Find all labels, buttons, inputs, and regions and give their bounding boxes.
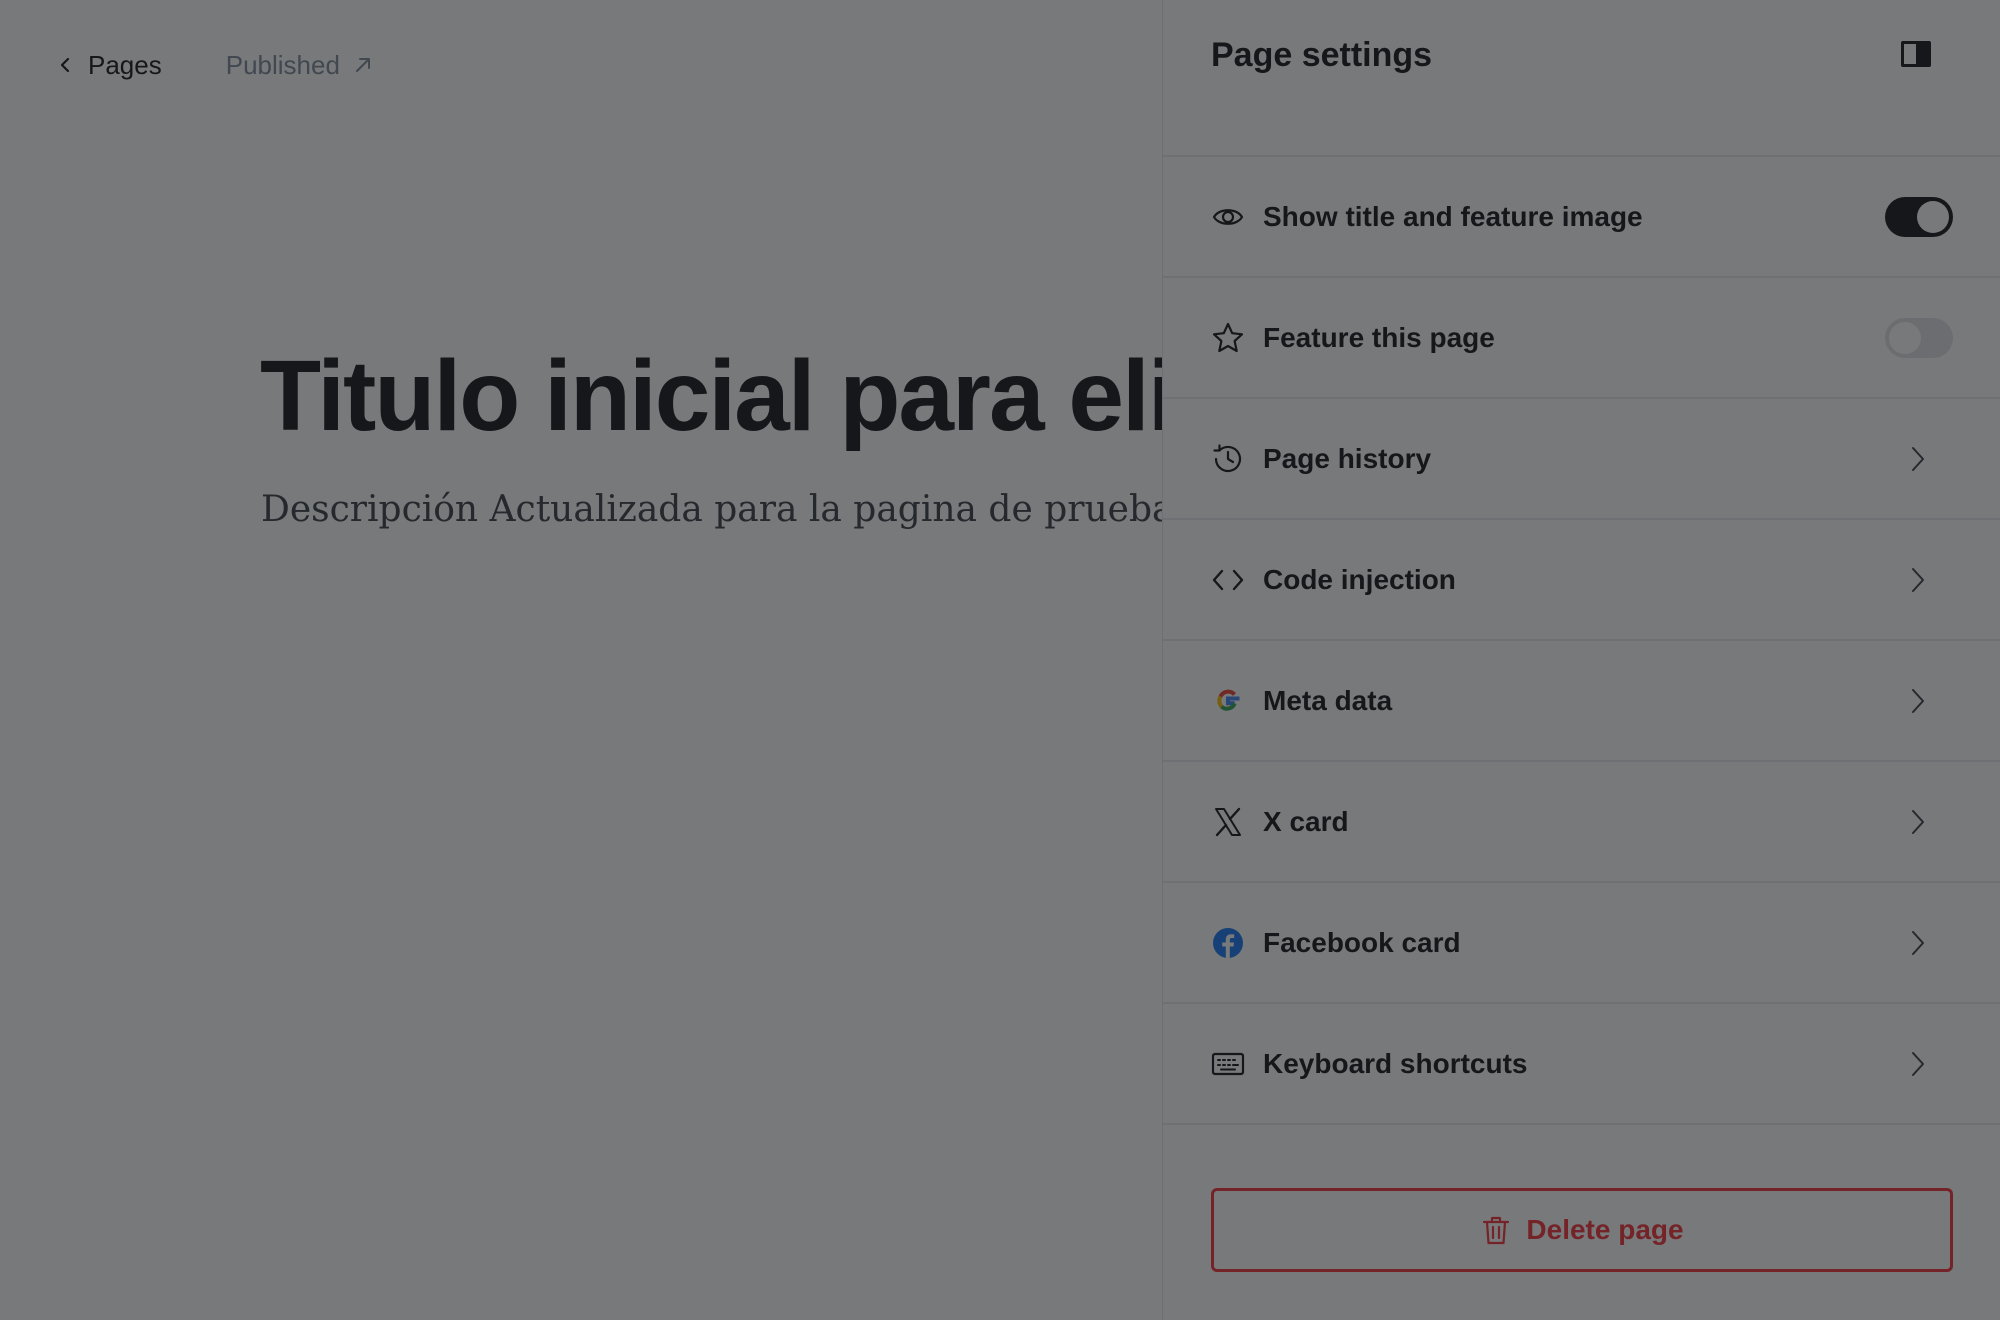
eye-icon [1211, 200, 1245, 234]
keyboard-shortcuts-label: Keyboard shortcuts [1263, 1047, 1528, 1079]
feature-page-row[interactable]: Feature this page [1163, 278, 2000, 399]
star-icon [1211, 321, 1245, 355]
show-title-toggle[interactable] [1885, 196, 1953, 237]
x-icon [1211, 805, 1245, 839]
delete-page-button[interactable]: Delete page [1211, 1188, 1953, 1272]
panel-title: Page settings [1211, 36, 1433, 74]
code-injection-row[interactable]: Code injection [1163, 520, 2000, 641]
panel-header: Page settings [1163, 0, 2000, 157]
meta-data-row[interactable]: Meta data [1163, 641, 2000, 762]
chevron-right-icon [1912, 1051, 1924, 1076]
arrow-up-right-icon [355, 58, 370, 72]
page-editor: Pages Published Titulo inicial para elim… [0, 0, 1162, 1320]
back-link-label: Pages [88, 49, 162, 80]
facebook-card-row[interactable]: Facebook card [1163, 883, 2000, 1004]
sidebar-toggle-button[interactable] [1893, 16, 1939, 92]
chevron-right-icon [1912, 688, 1924, 713]
back-to-pages-link[interactable]: Pages [56, 50, 162, 81]
show-title-row[interactable]: Show title and feature image [1163, 157, 2000, 278]
feature-page-label: Feature this page [1263, 321, 1495, 353]
delete-page-label: Delete page [1526, 1214, 1684, 1245]
code-injection-label: Code injection [1263, 563, 1456, 595]
page-history-label: Page history [1263, 442, 1432, 474]
trash-icon [1483, 1216, 1510, 1245]
status-label: Published [225, 49, 340, 80]
chevron-left-icon [60, 57, 70, 73]
meta-data-label: Meta data [1263, 684, 1393, 716]
sidebar-panel-icon [1901, 41, 1931, 67]
facebook-card-label: Facebook card [1263, 926, 1461, 958]
chevron-right-icon [1912, 446, 1924, 471]
facebook-icon [1211, 926, 1245, 960]
chevron-right-icon [1912, 930, 1924, 955]
keyboard-shortcuts-row[interactable]: Keyboard shortcuts [1163, 1004, 2000, 1125]
show-title-label: Show title and feature image [1263, 200, 1643, 232]
chevron-right-icon [1912, 809, 1924, 834]
page-title-field[interactable]: Titulo inicial para eliminar [260, 336, 1162, 456]
page-settings-panel: Page settings Show title and feature ima… [1162, 0, 2000, 1320]
feature-page-toggle[interactable] [1885, 317, 1953, 358]
google-icon [1211, 684, 1245, 718]
x-card-row[interactable]: X card [1163, 762, 2000, 883]
page-excerpt-field[interactable]: Descripción Actualizada para la pagina d… [261, 485, 1162, 535]
x-card-label: X card [1263, 805, 1349, 837]
page-history-row[interactable]: Page history [1163, 399, 2000, 520]
keyboard-icon [1211, 1047, 1245, 1081]
code-icon [1211, 563, 1245, 597]
editor-topbar: Pages Published [56, 46, 374, 84]
published-status-link[interactable]: Published [226, 50, 374, 81]
history-icon [1211, 442, 1245, 476]
chevron-right-icon [1912, 567, 1924, 592]
